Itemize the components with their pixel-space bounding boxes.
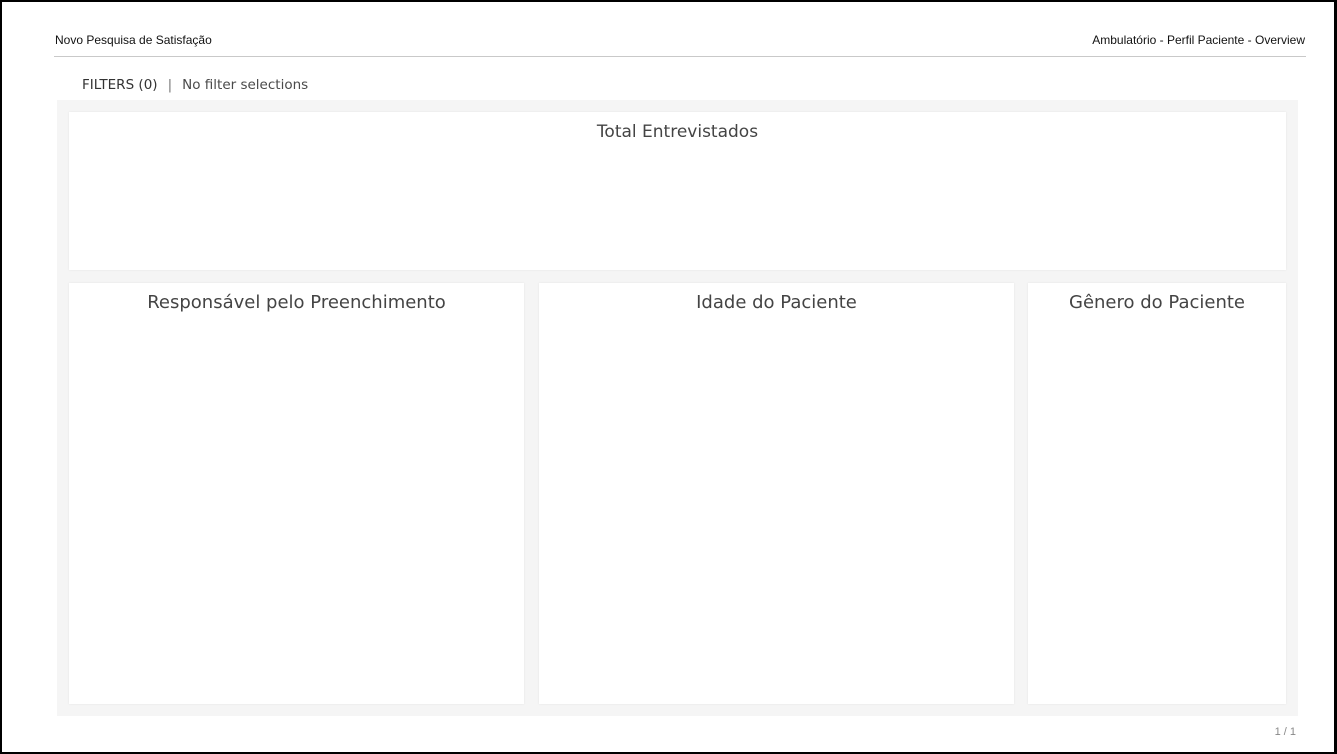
report-name: Novo Pesquisa de Satisfação <box>55 33 212 47</box>
filter-bar: FILTERS (0) | No filter selections <box>82 77 308 93</box>
filter-status-text: No filter selections <box>182 77 309 93</box>
card-title: Responsável pelo Preenchimento <box>147 292 446 313</box>
responsavel-card[interactable]: Responsável pelo Preenchimento <box>69 283 524 704</box>
report-frame: Novo Pesquisa de Satisfação Ambulatório … <box>0 0 1337 754</box>
page-title: Ambulatório - Perfil Paciente - Overview <box>1092 33 1305 47</box>
filters-count-label[interactable]: FILTERS (0) <box>82 77 158 93</box>
report-canvas: Total Entrevistados Responsável pelo Pre… <box>57 100 1298 716</box>
card-title: Gênero do Paciente <box>1069 292 1245 313</box>
card-title: Idade do Paciente <box>696 292 857 313</box>
genero-card[interactable]: Gênero do Paciente <box>1028 283 1286 704</box>
page-indicator: 1 / 1 <box>1274 726 1296 738</box>
filter-separator: | <box>167 77 173 93</box>
total-entrevistados-card[interactable]: Total Entrevistados <box>69 112 1286 270</box>
report-header: Novo Pesquisa de Satisfação Ambulatório … <box>54 30 1306 57</box>
idade-card[interactable]: Idade do Paciente <box>539 283 1014 704</box>
card-title: Total Entrevistados <box>596 122 759 142</box>
